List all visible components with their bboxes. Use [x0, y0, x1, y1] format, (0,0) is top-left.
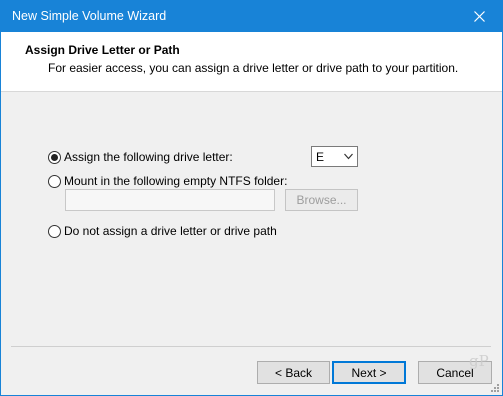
assign-letter-radio[interactable] [48, 150, 61, 164]
page-description: For easier access, you can assign a driv… [48, 61, 459, 75]
svg-text:gP: gP [469, 352, 489, 370]
close-icon [473, 11, 485, 22]
no-assign-radio[interactable] [48, 224, 61, 238]
watermark-logo: gP [468, 349, 490, 371]
drive-letter-value: E [316, 150, 325, 164]
wizard-header: Assign Drive Letter or Path For easier a… [1, 32, 502, 92]
mount-folder-radio[interactable] [48, 174, 61, 188]
assign-letter-option[interactable]: Assign the following drive letter: [48, 149, 233, 165]
no-assign-label[interactable]: Do not assign a drive letter or drive pa… [64, 224, 277, 238]
wizard-body: Assign the following drive letter: E Mou… [1, 93, 502, 347]
folder-path-input[interactable] [65, 189, 275, 211]
chevron-down-icon [344, 153, 353, 160]
page-title: Assign Drive Letter or Path [25, 43, 180, 57]
no-assign-option[interactable]: Do not assign a drive letter or drive pa… [48, 223, 277, 239]
browse-button[interactable]: Browse... [285, 189, 358, 211]
next-button[interactable]: Next > [332, 361, 406, 384]
wizard-window: New Simple Volume Wizard Assign Drive Le… [0, 0, 503, 396]
drive-letter-select[interactable]: E [311, 146, 358, 167]
window-title: New Simple Volume Wizard [12, 9, 167, 23]
title-bar: New Simple Volume Wizard [1, 1, 502, 32]
back-button[interactable]: < Back [257, 361, 330, 384]
mount-folder-option[interactable]: Mount in the following empty NTFS folder… [48, 173, 287, 189]
close-button[interactable] [456, 1, 502, 32]
assign-letter-label[interactable]: Assign the following drive letter: [64, 150, 233, 164]
footer-divider [11, 346, 491, 347]
mount-folder-label[interactable]: Mount in the following empty NTFS folder… [64, 174, 287, 188]
resize-grip-icon[interactable] [490, 383, 500, 393]
